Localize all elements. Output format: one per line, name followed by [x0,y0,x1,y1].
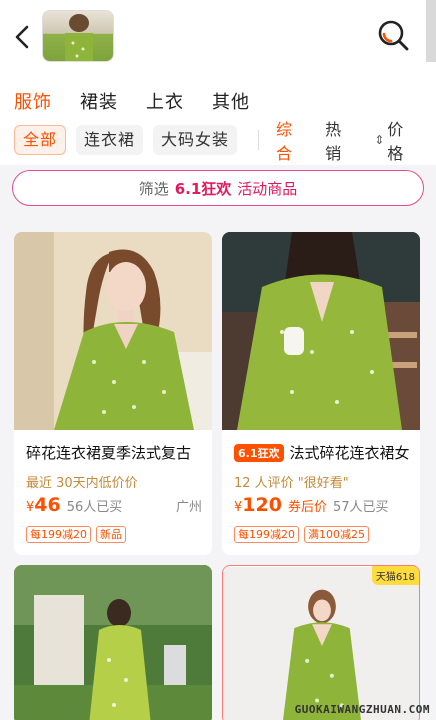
product-image [14,232,212,430]
chevron-left-icon[interactable] [10,22,36,52]
filter-label: 筛选 [138,179,169,198]
product-image [14,565,212,720]
badge-row: 每199减20 新品 [26,526,131,543]
tab-other[interactable]: 其他 [212,88,250,116]
sort-bar: 综合 热销 ⇕ 价格 [276,120,436,163]
watermark: GUOKAIWANGZHUAN.COM [294,703,430,716]
chip-all[interactable]: 全部 [14,125,67,155]
filter-highlight: 6.1狂欢 [174,179,232,198]
tab-tops[interactable]: 上衣 [146,88,184,116]
coupon-price-label: 券后价 [287,500,327,515]
sort-divider [258,130,259,150]
shipping-location: 广州 [175,500,202,515]
search-image-thumbnail[interactable] [42,10,114,62]
sold-count: 56人已买 [66,500,123,515]
sort-arrows-icon: ⇕ [374,133,386,147]
coupon-badge: 满100减25 [304,526,369,543]
product-card[interactable]: 碎花连衣裙夏季法式复古 最近 30天内低价价 ¥ 46 56人已买 广州 每19… [14,232,212,555]
sort-hot[interactable]: 热销 [325,116,358,164]
product-card[interactable]: 天猫618 [222,565,420,720]
product-title: 法式碎花连衣裙女 [289,444,410,462]
price-row: ¥ 46 56人已买 广州 [26,494,202,516]
discount-badge: 每199减20 [26,526,91,543]
filter-activity: 活动商品 [237,179,298,198]
new-badge: 新品 [96,526,126,543]
product-image [222,232,420,430]
sort-comprehensive[interactable]: 综合 [276,116,309,164]
currency-symbol: ¥ [234,500,243,515]
tab-clothing[interactable]: 服饰 [14,88,52,116]
sort-price[interactable]: ⇕ 价格 [374,116,420,164]
product-image [223,566,419,720]
product-title: 碎花连衣裙夏季法式复古 [26,444,192,462]
category-tabs: 服饰 裙装 上衣 其他 [14,88,278,116]
product-title-row: 6.1狂欢 法式碎花连衣裙女 [234,442,410,463]
badge-row: 每199减20 满100减25 [234,526,374,543]
chip-dresses[interactable]: 连衣裙 [76,125,144,155]
discount-badge: 每199减20 [234,526,299,543]
currency-symbol: ¥ [26,500,35,515]
review-summary: 12 人评价 "很好看" [234,476,349,491]
product-subtitle: 最近 30天内低价价 [26,476,138,491]
product-card[interactable] [14,565,212,720]
promo-filter-button[interactable]: 筛选 6.1狂欢 活动商品 [12,170,424,206]
edge-scroll-indicator [426,0,436,62]
product-price: 46 [34,494,61,516]
sold-count: 57人已买 [332,500,389,515]
price-row: ¥ 120 券后价 57人已买 [234,494,410,516]
chip-plus-size[interactable]: 大码女装 [153,125,238,155]
search-icon[interactable] [376,18,410,52]
subcategory-chips: 全部 连衣裙 大码女装 [14,125,247,155]
tab-skirts[interactable]: 裙装 [80,88,118,116]
sort-price-label: 价格 [387,120,405,163]
product-card[interactable]: 6.1狂欢 法式碎花连衣裙女 12 人评价 "很好看" ¥ 120 券后价 57… [222,232,420,555]
product-price: 120 [242,494,282,516]
tmall-618-tag: 天猫618 [371,566,419,585]
header: 服饰 裙装 上衣 其他 全部 连衣裙 大码女装 综合 热销 ⇕ 价格 [0,0,436,165]
promo-tag: 6.1狂欢 [234,443,284,462]
